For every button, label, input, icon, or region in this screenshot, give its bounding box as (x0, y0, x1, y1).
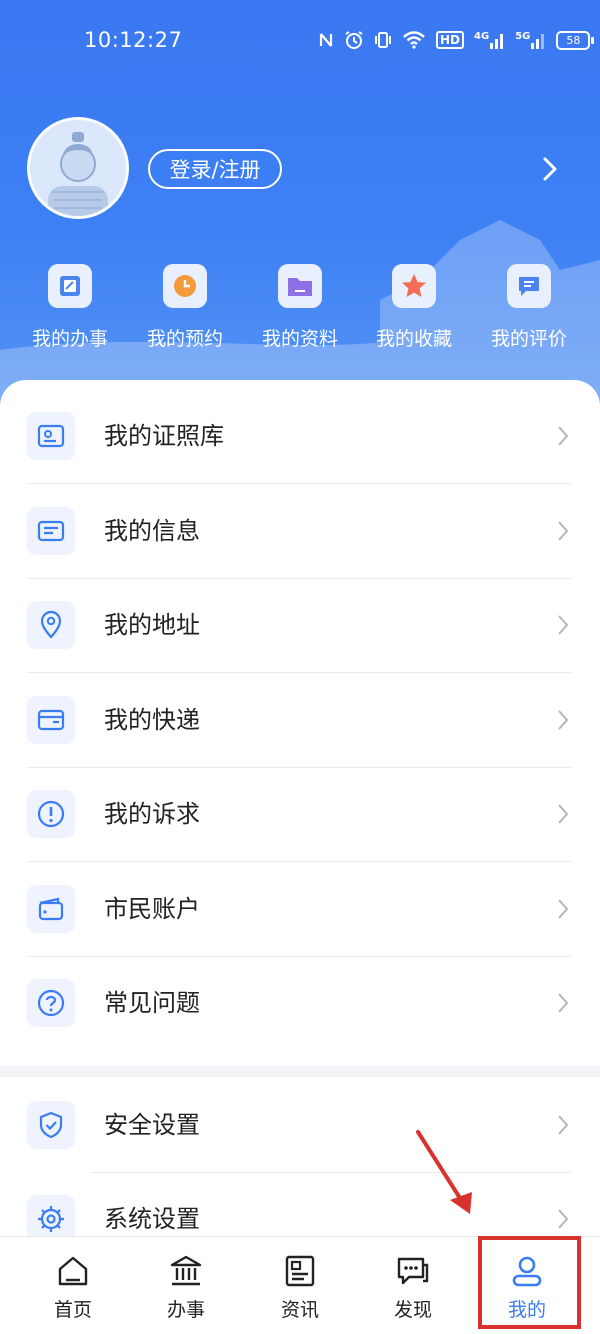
star-icon (392, 264, 436, 308)
avatar[interactable] (27, 117, 129, 219)
quick-item-my-favorites[interactable]: 我的收藏 (357, 264, 471, 351)
profile-header: 10:12:27 HD 4G 5G 58 登录/注册 我的办事 我的预约 我的资… (0, 0, 600, 420)
chevron-right-icon (558, 426, 569, 446)
status-bar: 10:12:27 HD 4G 5G 58 (0, 0, 600, 80)
alarm-icon (344, 30, 364, 50)
comment-icon (507, 264, 551, 308)
highlight-box (478, 1236, 581, 1329)
quick-item-my-affairs[interactable]: 我的办事 (13, 264, 127, 351)
signal-5g-icon: 5G (515, 31, 546, 49)
vibrate-icon (374, 31, 392, 49)
menu-item-license-library[interactable]: 我的证照库 (0, 390, 600, 484)
alert-icon (27, 790, 75, 838)
question-icon (27, 979, 75, 1027)
wifi-icon (402, 31, 426, 49)
quick-actions: 我的办事 我的预约 我的资料 我的收藏 我的评价 (0, 264, 600, 364)
menu-card-main: 我的证照库 我的信息 我的地址 我的快递 我的诉求 市民账户 常见问题 (0, 380, 600, 1066)
chevron-right-icon (558, 993, 569, 1013)
menu-item-security-settings[interactable]: 安全设置 (0, 1079, 600, 1173)
divider (27, 672, 572, 673)
location-pin-icon (27, 601, 75, 649)
nav-news[interactable]: 资讯 (250, 1237, 350, 1334)
nav-home[interactable]: 首页 (23, 1237, 123, 1334)
info-card-icon (27, 507, 75, 555)
id-card-icon (27, 412, 75, 460)
status-time: 10:12:27 (84, 28, 183, 52)
menu-item-my-appeals[interactable]: 我的诉求 (0, 768, 600, 862)
chevron-right-icon (558, 521, 569, 541)
menu-item-citizen-account[interactable]: 市民账户 (0, 863, 600, 957)
chevron-right-icon (558, 1209, 569, 1229)
signal-4g-icon: 4G (474, 31, 505, 49)
menu-card-settings: 安全设置 系统设置 (0, 1077, 600, 1247)
wallet-icon (27, 885, 75, 933)
quick-item-my-appointments[interactable]: 我的预约 (128, 264, 242, 351)
avatar-figure-icon (48, 132, 108, 216)
shield-icon (27, 1101, 75, 1149)
red-arrow-annotation (416, 1130, 472, 1214)
divider (27, 483, 572, 484)
battery-icon: 58 (556, 30, 595, 50)
chat-icon (397, 1257, 429, 1285)
chevron-right-icon (558, 804, 569, 824)
chevron-right-icon (558, 615, 569, 635)
chevron-right-icon (558, 1115, 569, 1135)
quick-item-my-documents[interactable]: 我的资料 (243, 264, 357, 351)
menu-item-my-info[interactable]: 我的信息 (0, 485, 600, 579)
chevron-right-icon (558, 710, 569, 730)
chevron-right-icon (558, 899, 569, 919)
menu-item-faq[interactable]: 常见问题 (0, 957, 600, 1051)
quick-item-my-reviews[interactable]: 我的评价 (472, 264, 586, 351)
home-icon (58, 1256, 88, 1286)
package-icon (27, 696, 75, 744)
divider (27, 861, 572, 862)
government-icon (170, 1255, 202, 1286)
news-icon (285, 1255, 315, 1287)
nav-discover[interactable]: 发现 (363, 1237, 463, 1334)
menu-item-my-express[interactable]: 我的快递 (0, 674, 600, 768)
menu-item-my-address[interactable]: 我的地址 (0, 579, 600, 673)
nfc-icon (318, 31, 334, 49)
edit-icon (48, 264, 92, 308)
login-register-button[interactable]: 登录/注册 (148, 149, 282, 189)
clock-icon (163, 264, 207, 308)
hd-icon: HD (436, 31, 465, 49)
folder-icon (278, 264, 322, 308)
nav-affairs[interactable]: 办事 (136, 1237, 236, 1334)
chevron-right-icon[interactable] (538, 154, 562, 184)
